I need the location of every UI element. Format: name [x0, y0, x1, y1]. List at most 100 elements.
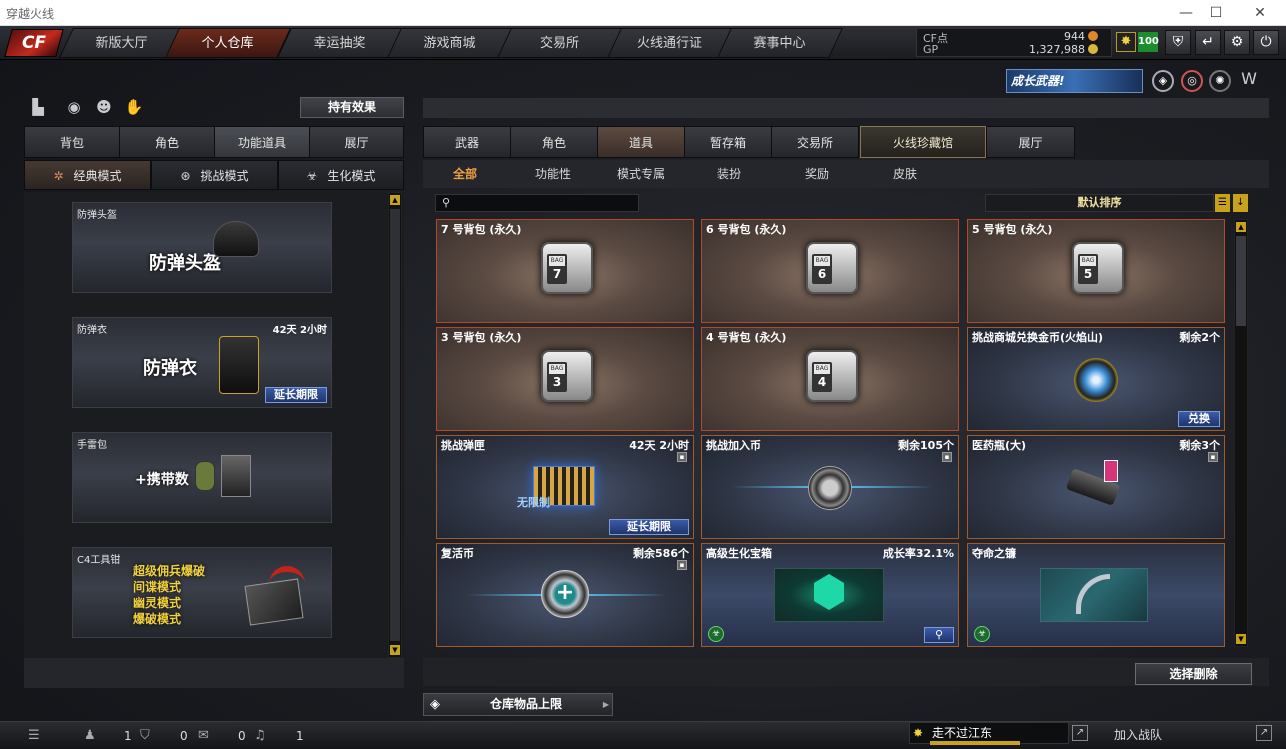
left-tab-functional-items[interactable]: 功能道具	[214, 126, 310, 158]
subtab-functional[interactable]: 功能性	[513, 160, 593, 188]
subtab-reward[interactable]: 奖励	[777, 160, 857, 188]
item-card[interactable]: 挑战商城兑换金币(火焰山) 剩余2个 兑换	[967, 327, 1225, 431]
target-icon[interactable]: ◎	[1181, 70, 1203, 92]
slot-mode-line: 爆破模式	[133, 612, 182, 626]
zombie-mode-icon: ☣	[974, 626, 990, 642]
join-clan-label[interactable]: 加入战队	[1114, 726, 1162, 743]
nav-tab-warehouse[interactable]: 个人仓库	[165, 28, 291, 58]
right-tab-exchange[interactable]: 交易所	[771, 126, 859, 158]
cf-logo[interactable]: CF	[4, 29, 64, 57]
slot-c4-pliers[interactable]: C4工具钳 超级佣兵爆破 间谍模式 幽灵模式 爆破模式	[72, 547, 332, 638]
subtab-all[interactable]: 全部	[425, 160, 505, 188]
right-tab-items[interactable]: 道具	[597, 126, 685, 158]
nav-tab-store[interactable]: 游戏商城	[387, 28, 513, 58]
trash-icon[interactable]: ▪	[1208, 452, 1218, 462]
item-name: 挑战加入币	[706, 439, 761, 452]
hold-effect-button[interactable]: 持有效果	[300, 97, 404, 118]
scroll-down-button[interactable]: ▼	[1236, 634, 1246, 644]
redeem-button[interactable]: 兑换	[1178, 411, 1220, 427]
slot-grenade-pack[interactable]: 手雷包 +携带数	[72, 432, 332, 523]
item-search[interactable]: ⚲	[435, 194, 639, 212]
nav-tab-lottery[interactable]: 幸运抽奖	[277, 28, 403, 58]
item-card[interactable]: 7 号背包 (永久) BAG 7	[436, 219, 694, 323]
settings-icon[interactable]: ⚙	[1224, 30, 1250, 55]
item-card[interactable]: 高级生化宝箱 成长率32.1% ☣ ⚲	[701, 543, 959, 647]
right-tab-collection[interactable]: 火线珍藏馆	[860, 126, 986, 158]
right-tab-characters[interactable]: 角色	[510, 126, 598, 158]
clan-icon[interactable]: ⛨	[1165, 30, 1191, 55]
item-card[interactable]: 医药瓶(大) 剩余3个 ▪	[967, 435, 1225, 539]
slot-helmet[interactable]: 防弹头盔 防弹头盔	[72, 202, 332, 293]
left-tab-showroom[interactable]: 展厅	[309, 126, 404, 158]
character-icon[interactable]: ☻	[94, 98, 114, 118]
left-scrollbar[interactable]: ▲ ▼	[388, 192, 402, 658]
slot-title: 防弹头盔	[149, 253, 221, 274]
subtab-cosmetic[interactable]: 装扮	[689, 160, 769, 188]
nav-tab-pass[interactable]: 火线通行证	[607, 28, 733, 58]
item-card[interactable]: 挑战弹匣 42天 2小时 ▪ 无限制 延长期限	[436, 435, 694, 539]
item-card[interactable]: 3 号背包 (永久) BAG 3	[436, 327, 694, 431]
trash-icon[interactable]: ▪	[942, 452, 952, 462]
subtab-mode-exclusive[interactable]: 模式专属	[601, 160, 681, 188]
w-logo-icon[interactable]: W	[1238, 70, 1260, 92]
item-card[interactable]: 复活币 剩余586个 ▪ +	[436, 543, 694, 647]
eye-icon[interactable]: ◉	[64, 98, 84, 118]
scroll-down-button[interactable]: ▼	[390, 645, 400, 655]
item-card[interactable]: 4 号背包 (永久) BAG 4	[701, 327, 959, 431]
sort-direction-icon[interactable]: ↓	[1233, 194, 1248, 212]
item-count: 剩余2个	[1179, 331, 1220, 344]
right-scrollbar[interactable]: ▲ ▼	[1234, 219, 1248, 647]
right-tab-storage[interactable]: 暂存箱	[684, 126, 772, 158]
shield-icon[interactable]: ⛉	[140, 728, 150, 743]
item-card[interactable]: 夺命之镰 ☣	[967, 543, 1225, 647]
close-button[interactable]: ✕	[1240, 3, 1280, 23]
sound-icon[interactable]: ♫	[254, 728, 266, 743]
left-tab-backpack[interactable]: 背包	[24, 126, 120, 158]
nav-tab-events[interactable]: 赛事中心	[717, 28, 843, 58]
growth-weapon-banner[interactable]: 成长武器!	[1006, 69, 1143, 93]
left-tab-character[interactable]: 角色	[119, 126, 215, 158]
classic-mode-icon: ✲	[53, 169, 64, 183]
stats-icon[interactable]: ▙	[28, 98, 48, 118]
mouse-icon[interactable]: ✋	[124, 98, 144, 118]
nav-tab-exchange[interactable]: 交易所	[497, 28, 623, 58]
slot-vest[interactable]: 防弹衣 42天 2小时 防弹衣 延长期限	[72, 317, 332, 408]
nav-tab-label: 火线通行证	[637, 36, 703, 51]
right-tab-weapons[interactable]: 武器	[423, 126, 511, 158]
mode-tab-challenge[interactable]: ⊛ 挑战模式	[151, 160, 278, 190]
scroll-up-button[interactable]: ▲	[390, 195, 400, 205]
mode-tab-zombie[interactable]: ☣ 生化模式	[278, 160, 404, 190]
item-card[interactable]: 挑战加入币 剩余105个 ▪	[701, 435, 959, 539]
right-tab-showroom[interactable]: 展厅	[986, 126, 1075, 158]
friends-icon[interactable]: ♟	[84, 728, 96, 743]
menu-icon[interactable]: ☰	[28, 728, 40, 743]
return-icon[interactable]: ↵	[1195, 30, 1221, 55]
mode-tab-classic[interactable]: ✲ 经典模式	[24, 160, 151, 190]
chat-icon[interactable]: ✉	[198, 728, 209, 743]
scroll-thumb[interactable]	[1236, 236, 1246, 326]
scroll-up-button[interactable]: ▲	[1236, 222, 1246, 232]
capacity-label: 仓库物品上限	[490, 697, 563, 711]
ticker-text: 走不过江东	[932, 726, 993, 740]
trash-icon[interactable]: ▪	[677, 452, 687, 462]
rank-icon[interactable]: ✸	[1116, 32, 1136, 52]
item-card[interactable]: 6 号背包 (永久) BAG 6	[701, 219, 959, 323]
list-view-icon[interactable]: ☰	[1215, 194, 1230, 212]
select-delete-button[interactable]: 选择删除	[1135, 663, 1252, 685]
extend-button[interactable]: 延长期限	[609, 519, 689, 535]
trash-icon[interactable]: ▪	[677, 560, 687, 570]
power-icon[interactable]: ⏻	[1253, 30, 1279, 55]
expand-icon[interactable]: ↗	[1256, 725, 1272, 741]
expand-icon[interactable]: ↗	[1072, 725, 1088, 741]
capacity-button[interactable]: ◈ 仓库物品上限 ▶	[423, 693, 613, 716]
gear-spark-icon[interactable]: ✺	[1209, 70, 1231, 92]
maximize-button[interactable]: ☐	[1196, 3, 1236, 23]
subtab-skin[interactable]: 皮肤	[865, 160, 945, 188]
scroll-thumb[interactable]	[390, 209, 400, 641]
search-input[interactable]	[456, 195, 636, 211]
shield-badge-icon[interactable]: ◈	[1152, 70, 1174, 92]
sort-dropdown[interactable]: 默认排序	[985, 194, 1214, 212]
preview-search-button[interactable]: ⚲	[924, 627, 954, 643]
item-card[interactable]: 5 号背包 (永久) BAG 5	[967, 219, 1225, 323]
extend-button[interactable]: 延长期限	[265, 387, 327, 403]
